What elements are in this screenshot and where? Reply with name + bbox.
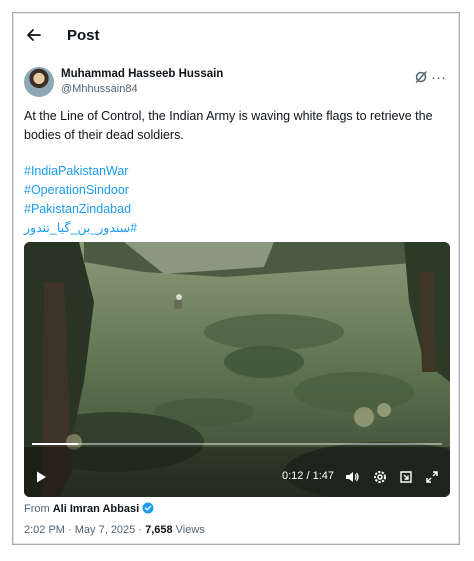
source-account-link[interactable]: Ali Imran Abbasi [53, 503, 139, 515]
author-handle[interactable]: @Mhhussain84 [61, 83, 138, 95]
post-date[interactable]: May 7, 2025 [75, 524, 136, 536]
volume-icon [346, 472, 359, 482]
meta-separator: · [135, 524, 146, 536]
author-name[interactable]: Muhammad Hasseeb Hussain [61, 68, 223, 80]
hashtag-link[interactable]: #سندور_بن_گیا_تندور [24, 219, 324, 238]
video-controls: 0:12 / 1:47 [24, 459, 450, 497]
settings-button[interactable] [372, 469, 388, 485]
more-options-icon[interactable]: ··· [431, 69, 446, 86]
post-header: Post [13, 13, 459, 57]
meta-separator: · [64, 524, 75, 536]
pip-button[interactable] [398, 469, 414, 485]
back-button[interactable] [24, 25, 44, 45]
avatar[interactable] [24, 67, 54, 97]
page-title: Post [67, 27, 100, 44]
post-time[interactable]: 2:02 PM [24, 524, 65, 536]
progress-bar[interactable] [32, 443, 442, 445]
grok-icon [415, 71, 427, 83]
verified-badge-icon [142, 502, 154, 514]
video-player[interactable]: 0:12 / 1:47 [24, 242, 450, 497]
grok-button[interactable] [414, 70, 428, 84]
hashtag-link[interactable]: #OperationSindoor [24, 181, 324, 200]
post-card: Post Muhammad Hasseeb Hussain @Mhhussain… [12, 12, 460, 545]
gear-icon [374, 471, 386, 483]
volume-button[interactable] [344, 469, 360, 485]
time-separator: / [303, 470, 313, 482]
views-label: Views [172, 524, 205, 536]
from-label: From [24, 503, 50, 515]
hashtag-list: #IndiaPakistanWar #OperationSindoor #Pak… [24, 162, 324, 238]
post-text: At the Line of Control, the Indian Army … [24, 109, 433, 142]
fullscreen-button[interactable] [424, 469, 440, 485]
hashtag-link[interactable]: #PakistanZindabad [24, 200, 324, 219]
picture-in-picture-icon [400, 471, 412, 483]
total-time: 1:47 [312, 470, 335, 482]
arrow-left-icon [27, 29, 41, 41]
hashtag-link[interactable]: #IndiaPakistanWar [24, 162, 324, 181]
video-time: 0:12 / 1:47 [282, 470, 334, 482]
play-button[interactable] [34, 470, 48, 484]
video-attribution: From Ali Imran Abbasi [24, 502, 154, 515]
progress-fill [32, 443, 78, 445]
views-count: 7,658 [145, 524, 173, 536]
current-time: 0:12 [282, 470, 304, 482]
author-row: Muhammad Hasseeb Hussain @Mhhussain84 ··… [24, 67, 450, 105]
fullscreen-icon [426, 471, 438, 483]
play-icon [37, 471, 46, 483]
post-meta: 2:02 PM · May 7, 2025 · 7,658 Views [24, 524, 205, 536]
